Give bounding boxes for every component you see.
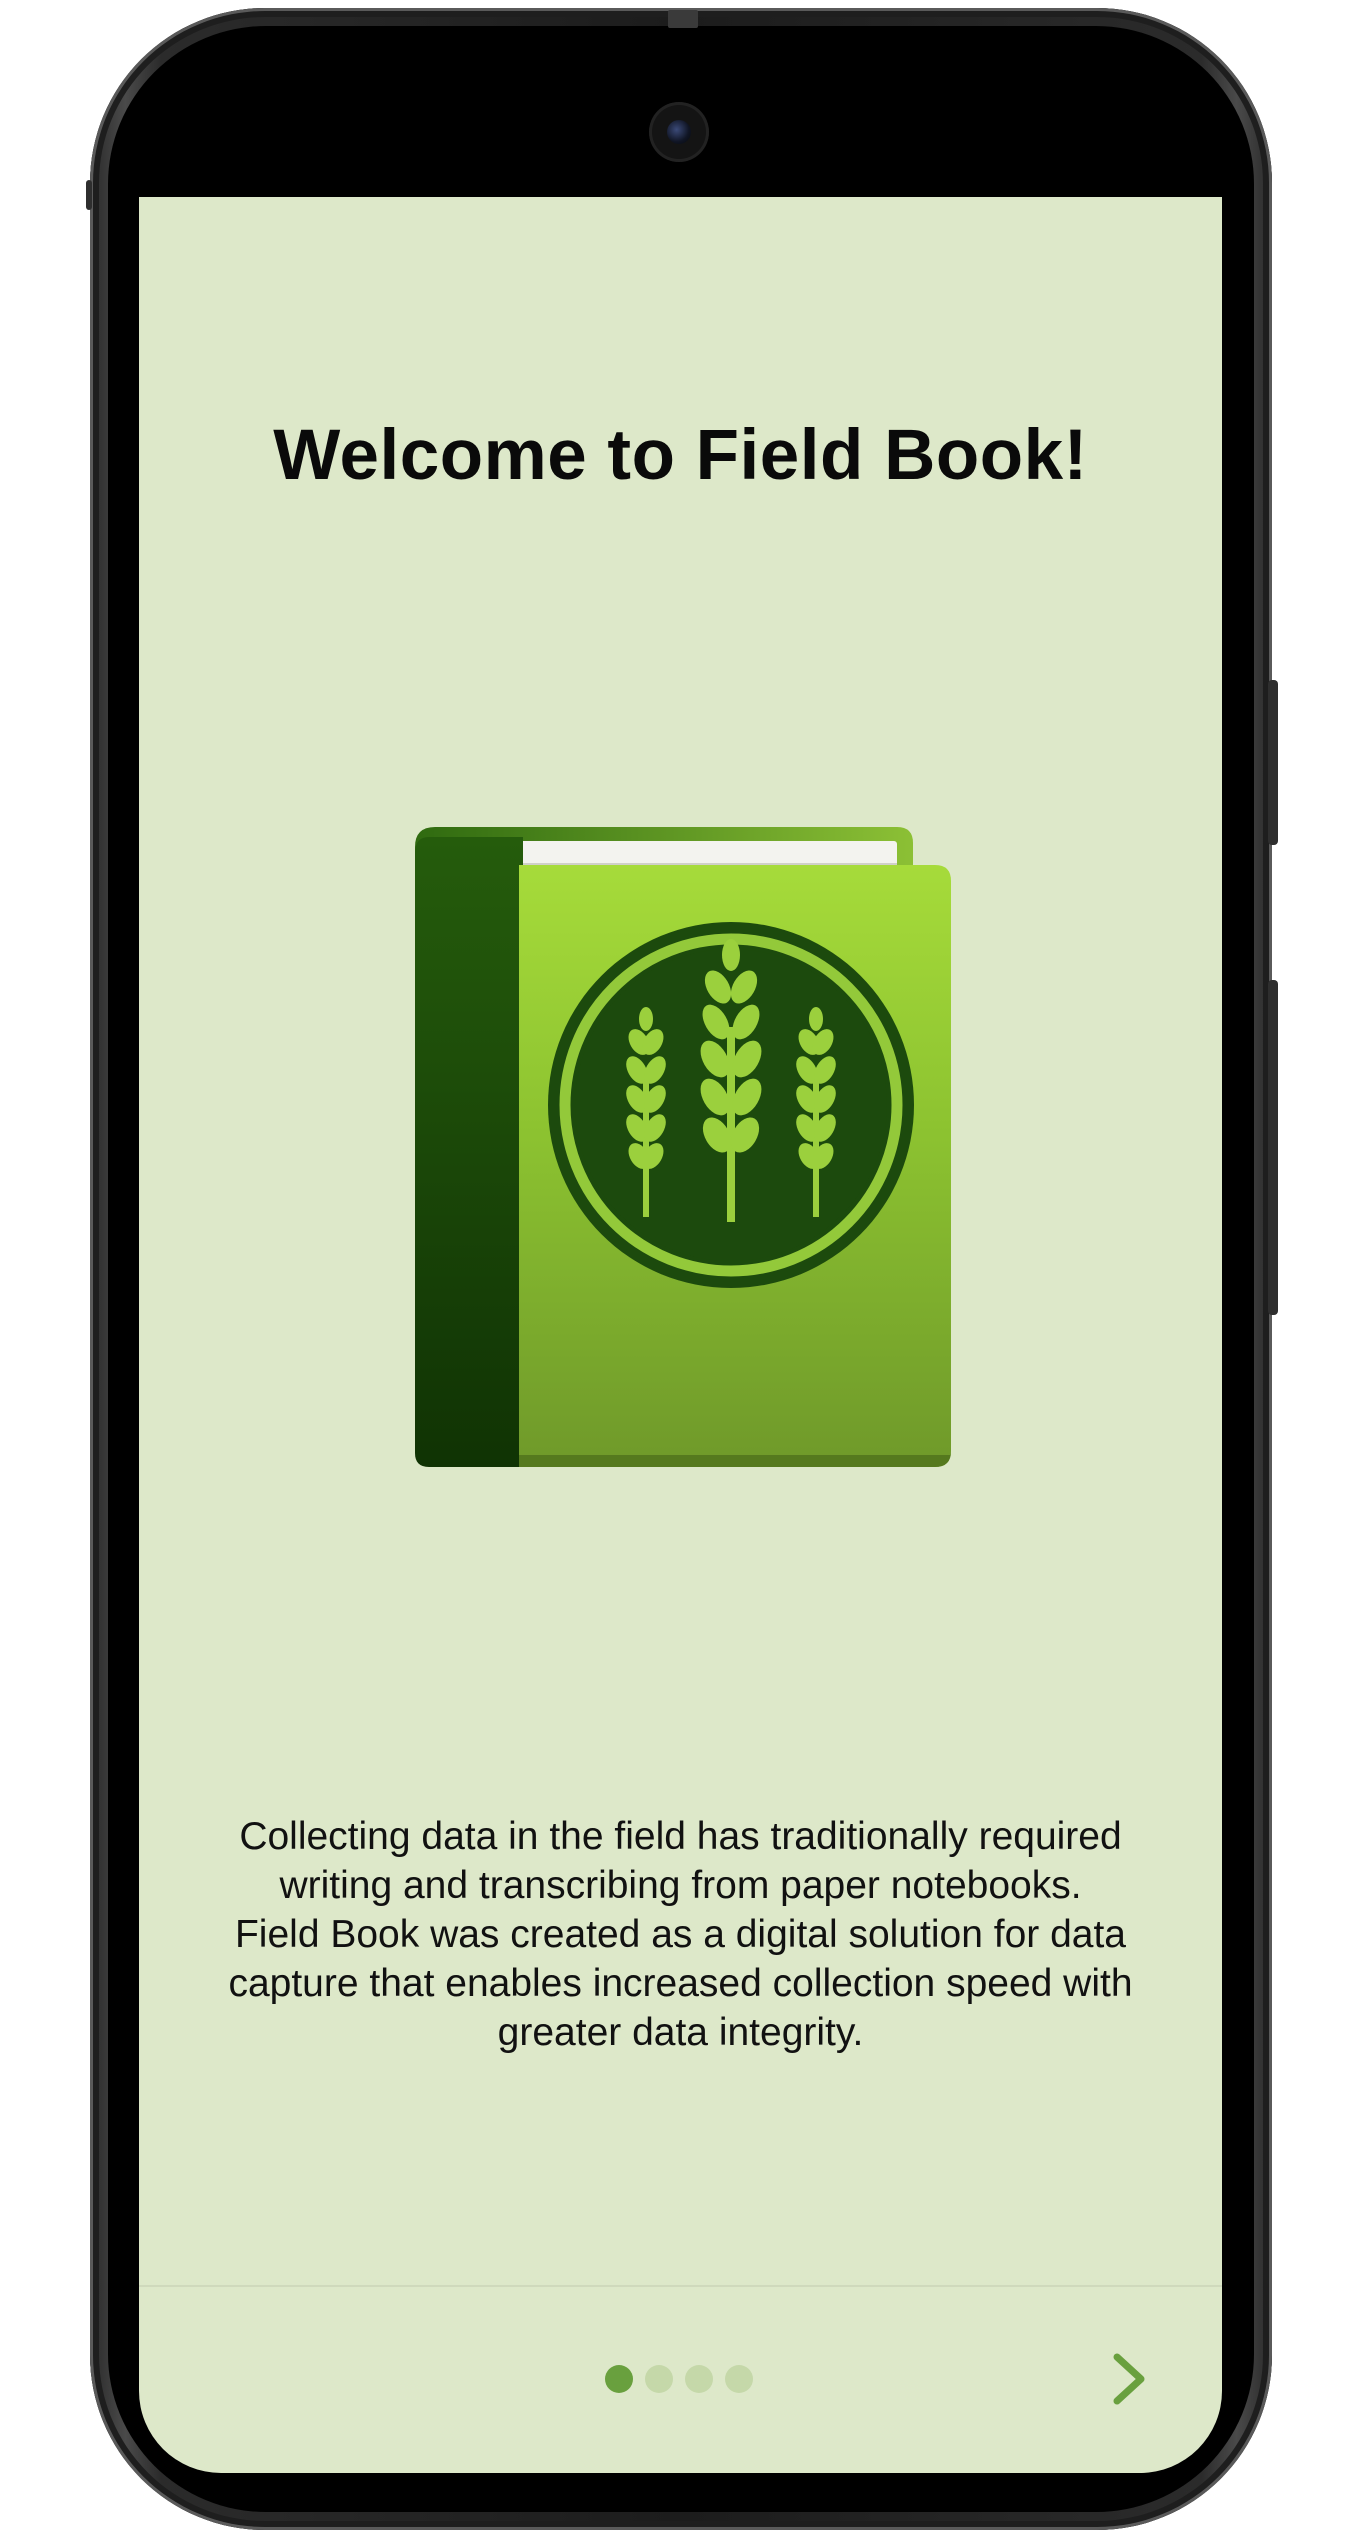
page-dot-3[interactable] — [685, 2365, 713, 2393]
power-button — [1268, 980, 1278, 1315]
next-button[interactable] — [1099, 2349, 1159, 2409]
volume-button — [1268, 680, 1278, 845]
page-dot-2[interactable] — [645, 2365, 673, 2393]
page-dot-1[interactable] — [605, 2365, 633, 2393]
page-indicator — [605, 2365, 753, 2393]
intro-screen: Welcome to Field Book! Collecting data i… — [139, 197, 1222, 2473]
chevron-right-icon — [1113, 2353, 1145, 2405]
bottom-divider — [139, 2285, 1222, 2287]
welcome-title: Welcome to Field Book! — [273, 416, 1088, 495]
camera-lens — [667, 120, 691, 144]
page-dot-4[interactable] — [725, 2365, 753, 2393]
intro-description: Collecting data in the field has traditi… — [228, 1815, 1133, 2054]
side-button-left — [86, 180, 92, 210]
phone-top-speaker — [668, 10, 698, 28]
front-camera — [649, 102, 709, 162]
field-book-logo-icon — [415, 827, 951, 1467]
